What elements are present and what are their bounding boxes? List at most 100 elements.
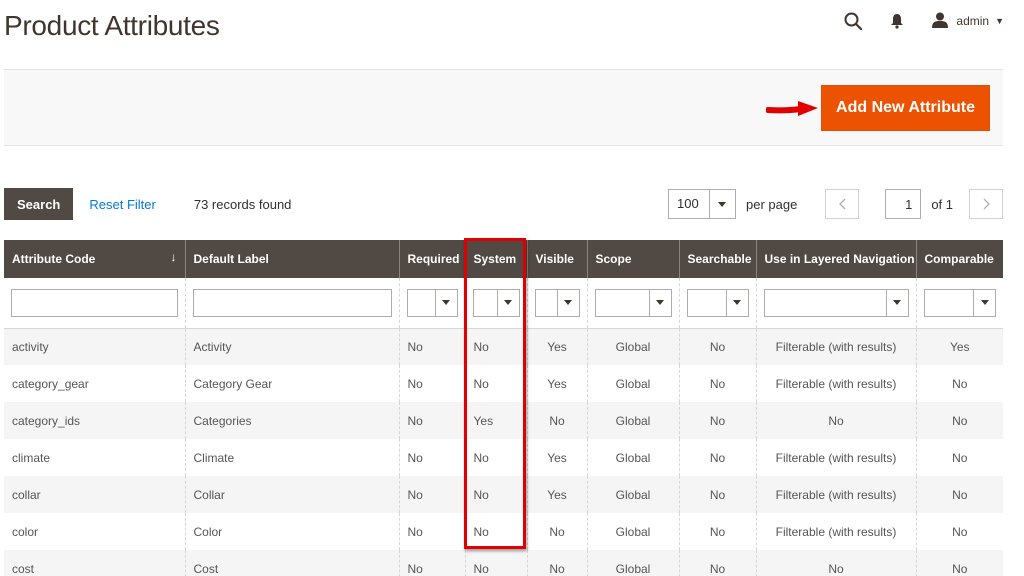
chevron-down-icon [556,289,579,316]
cell-scope: Global [586,365,679,402]
per-page-select[interactable]: 100 [667,189,736,219]
cell-visible: Yes [526,476,587,513]
sort-arrow-down-icon: ↓ [170,250,177,264]
records-count: 73 records found [193,196,292,212]
add-new-attribute-button[interactable]: Add New Attribute [821,85,990,131]
table-row[interactable]: category_ids Categories No Yes No Global No No N… [4,402,1003,439]
cell-visible: No [526,513,587,550]
cell-comparable: Yes [915,328,1003,365]
next-page-button[interactable] [969,189,1003,219]
cell-attribute-code: color [12,524,39,539]
cell-scope: Global [586,439,679,476]
cell-system: No [464,328,527,365]
cell-layered-navigation: Filterable (with results) [755,439,916,476]
cell-layered-navigation: Filterable (with results) [755,513,916,550]
search-button[interactable]: Search [4,188,74,220]
search-icon[interactable] [840,8,866,34]
cell-comparable: No [915,476,1003,513]
admin-user-menu[interactable]: admin ▼ [932,12,1004,31]
header-actions: admin ▼ [840,8,1004,34]
cell-system: No [464,439,527,476]
filter-searchable-select[interactable] [686,288,749,317]
per-page-value: 100 [676,196,699,211]
table-row[interactable]: category_gear Category Gear No No Yes Global N… [4,365,1003,402]
pager: 100 per page of 1 [667,187,1003,221]
chevron-down-icon [708,190,735,218]
filter-layered-navigation-select[interactable] [763,288,909,317]
cell-required: No [398,550,465,576]
cell-searchable: No [678,439,756,476]
cell-attribute-code: category_ids [4,402,185,439]
cell-required: No [398,513,465,550]
chevron-down-icon [648,289,671,316]
filter-visible-select[interactable] [534,288,580,317]
cell-default-label: Collar [184,476,399,513]
chevron-down-icon [434,289,457,316]
cell-required: No [398,402,465,439]
table-row[interactable]: color Color No No No Global No Filterable (with… [4,513,1003,550]
cell-comparable: No [915,439,1003,476]
filter-required-select[interactable] [406,288,458,317]
column-header-system[interactable]: System [464,240,527,278]
column-header-comparable[interactable]: Comparable [915,240,1003,278]
column-header-scope[interactable]: Scope [586,240,679,278]
column-header-searchable[interactable]: Searchable [678,240,756,278]
column-header-default-label[interactable]: Default Label [184,240,399,278]
cell-attribute-code: cost [4,550,185,576]
cell-layered-navigation: Filterable (with results) [755,328,916,365]
total-pages-label: of 1 [931,196,953,212]
filter-default-label-input[interactable] [192,288,392,317]
table-row[interactable]: cost Cost No No No Global No No No [4,550,1003,576]
column-header-required[interactable]: Required [398,240,465,278]
cell-searchable: No [678,476,756,513]
grid-toolbar: Search Reset Filter 73 records found 100… [4,187,1003,221]
filter-comparable-select[interactable] [923,288,996,317]
reset-filter-link[interactable]: Reset Filter [89,197,155,212]
cell-system: No [464,365,527,402]
cell-default-label: Categories [184,402,399,439]
table-row[interactable]: collar Collar No No Yes Global No Filterable (w… [4,476,1003,513]
table-row[interactable]: climate Climate No No Yes Global No Filterable … [4,439,1003,476]
cell-scope: Global [586,328,679,365]
chevron-down-icon [885,289,908,316]
grid-header-row: Attribute Code ↓ Default Label Required S… [4,240,1003,278]
cell-searchable: No [678,402,756,439]
cell-scope: Global [586,476,679,513]
filter-attribute-code-input[interactable] [11,288,178,317]
cell-visible: Yes [526,365,587,402]
cell-searchable: No [678,365,756,402]
cell-attribute-code: climate [12,450,51,465]
column-header-visible[interactable]: Visible [526,240,587,278]
cell-scope: Global [586,550,679,576]
cell-visible: Yes [526,328,587,365]
cell-visible: No [526,550,587,576]
column-header-layered-navigation[interactable]: Use in Layered Navigation [755,240,916,278]
admin-username: admin [956,14,990,28]
page-title: Product Attributes [4,10,220,41]
cell-comparable: No [915,550,1003,576]
bell-icon[interactable] [884,8,910,34]
filter-system-select[interactable] [472,288,520,317]
chevron-down-icon [725,289,748,316]
chevron-down-icon: ▼ [995,16,1004,26]
page-number-input[interactable] [885,189,922,219]
chevron-down-icon [973,289,995,316]
cell-default-label: Cost [184,550,399,576]
column-header-attribute-code[interactable]: Attribute Code ↓ [4,240,185,278]
cell-system: Yes [464,402,527,439]
cell-layered-navigation: No [755,550,916,576]
cell-layered-navigation: Filterable (with results) [755,365,916,402]
table-row[interactable]: activity Activity No No Yes Global No Filterabl… [4,328,1003,365]
cell-default-label: Climate [184,439,399,476]
cell-required: No [398,328,465,365]
previous-page-button[interactable] [825,189,860,219]
cell-attribute-code: activity [4,328,185,365]
cell-comparable: No [915,365,1003,402]
cell-searchable: No [678,550,756,576]
cell-system: No [464,550,527,576]
cell-required: No [398,439,465,476]
cell-system: No [464,513,527,550]
cell-layered-navigation: No [755,402,916,439]
filter-scope-select[interactable] [594,288,672,317]
cell-system: No [464,476,527,513]
